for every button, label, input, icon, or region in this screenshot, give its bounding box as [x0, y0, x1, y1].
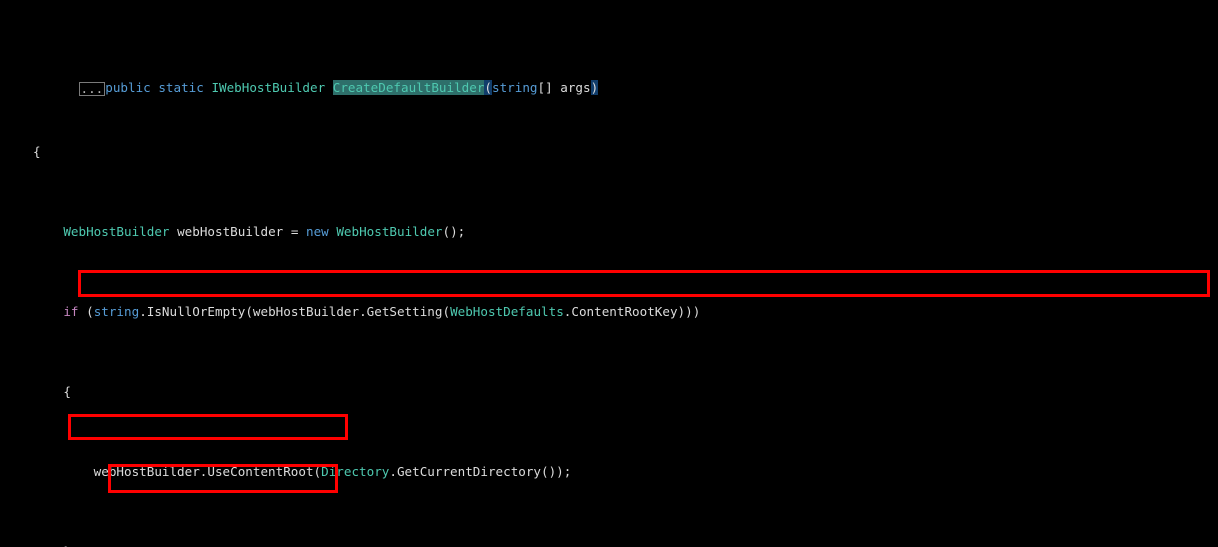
code-editor-surface[interactable]: ... public static IWebHostBuilder CreateD…	[0, 0, 1218, 547]
token-keyword: string	[492, 80, 538, 95]
token-keyword: public	[105, 80, 151, 95]
token-control-keyword: if	[63, 304, 79, 319]
code-line[interactable]: webHostBuilder.UseContentRoot(Directory.…	[0, 464, 1218, 480]
token-keyword: string	[93, 304, 140, 319]
code-line[interactable]: if (string.IsNullOrEmpty(webHostBuilder.…	[0, 304, 1218, 320]
token-keyword: new	[305, 224, 329, 239]
token-type: WebHostBuilder	[63, 224, 170, 239]
code-line[interactable]: ... public static IWebHostBuilder CreateD…	[0, 64, 1218, 96]
bracket-match-close: )	[590, 80, 599, 95]
symbol-highlight-createdefaultbuilder[interactable]: CreateDefaultBuilder	[332, 80, 485, 95]
token-keyword: static	[158, 80, 204, 95]
collapsed-region-icon[interactable]: ...	[78, 82, 106, 96]
token-type: WebHostBuilder	[336, 224, 443, 239]
bracket-match-open: (	[484, 80, 493, 95]
code-text-area[interactable]: ... public static IWebHostBuilder CreateD…	[0, 0, 1218, 547]
code-line[interactable]: {	[0, 384, 1218, 400]
token-type: Directory	[321, 464, 390, 479]
code-line[interactable]: WebHostBuilder webHostBuilder = new WebH…	[0, 224, 1218, 240]
token-type: WebHostDefaults	[450, 304, 564, 319]
code-line[interactable]: {	[0, 144, 1218, 160]
token-type: IWebHostBuilder	[211, 80, 326, 95]
